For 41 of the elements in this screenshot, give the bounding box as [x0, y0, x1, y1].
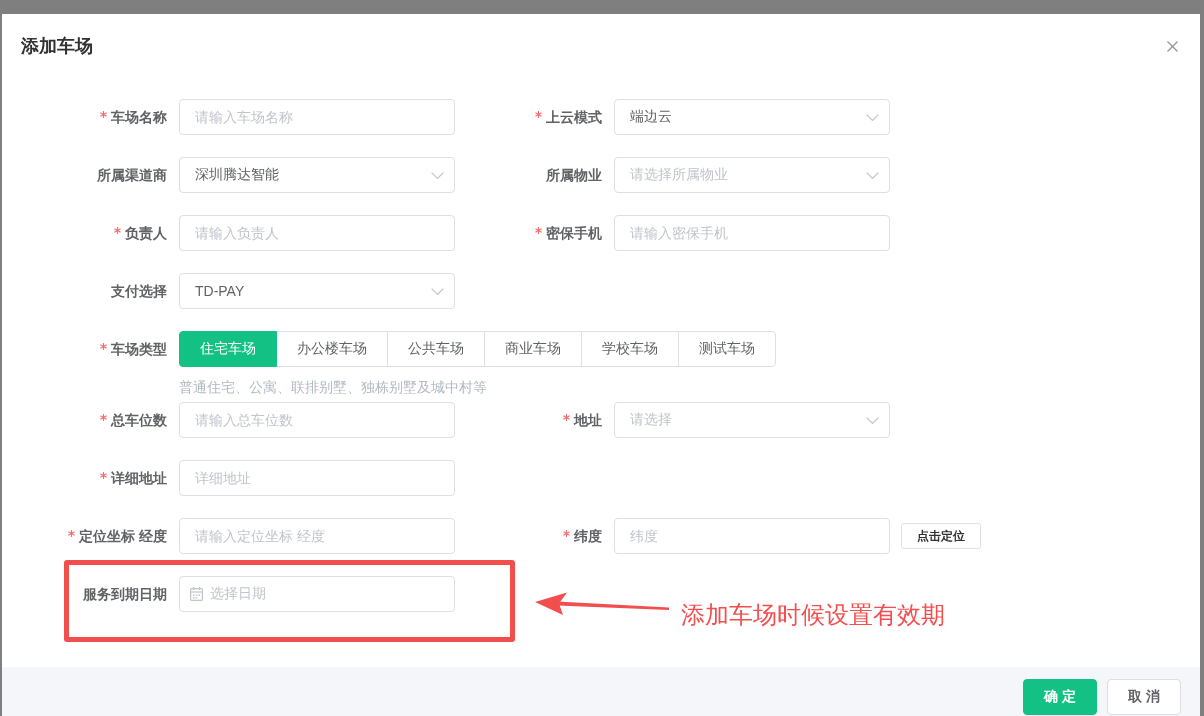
field-label: 服务到期日期 — [83, 585, 167, 604]
dialog-title: 添加车场 — [21, 35, 93, 58]
field-label: 负责人 — [125, 224, 167, 243]
segment-button[interactable]: 办公楼车场 — [276, 331, 388, 367]
annotation-text: 添加车场时候设置有效期 — [681, 601, 945, 629]
input-field[interactable]: 纬度 — [614, 518, 890, 554]
segment-button[interactable]: 测试车场 — [678, 331, 776, 367]
field-label: 地址 — [574, 411, 602, 430]
chevron-down-icon — [431, 287, 444, 295]
field-label: 车场类型 — [111, 340, 167, 359]
segment-button[interactable]: 商业车场 — [484, 331, 582, 367]
select-field[interactable]: 端边云 — [614, 99, 890, 135]
input-field[interactable]: 请输入密保手机 — [614, 215, 890, 251]
field-label: 纬度 — [574, 527, 602, 546]
calendar-icon — [190, 587, 203, 601]
chevron-down-icon — [866, 416, 879, 424]
input-field[interactable]: 请输入定位坐标 经度 — [179, 518, 455, 554]
field-label: 车场名称 — [111, 108, 167, 127]
field-label: 所属物业 — [546, 166, 602, 185]
input-field[interactable]: 请输入负责人 — [179, 215, 455, 251]
field-label: 上云模式 — [546, 108, 602, 127]
select-field[interactable]: 深圳腾达智能 — [179, 157, 455, 193]
field-label: 所属渠道商 — [97, 166, 167, 185]
chevron-down-icon — [866, 113, 879, 121]
field-label: 支付选择 — [111, 282, 167, 301]
cancel-button[interactable]: 取 消 — [1107, 679, 1181, 715]
field-label: 密保手机 — [546, 224, 602, 243]
field-label: 定位坐标 经度 — [79, 527, 167, 546]
locate-button[interactable]: 点击定位 — [901, 523, 981, 549]
input-field[interactable]: 请输入总车位数 — [179, 402, 455, 438]
field-label: 详细地址 — [111, 469, 167, 488]
segment-button[interactable]: 公共车场 — [387, 331, 485, 367]
segment-button[interactable]: 学校车场 — [581, 331, 679, 367]
field-label: 总车位数 — [111, 411, 167, 430]
select-field[interactable]: TD-PAY — [179, 273, 455, 309]
hint-text: 普通住宅、公寓、联排别墅、独栋别墅及城中村等 — [179, 378, 487, 397]
chevron-down-icon — [866, 171, 879, 179]
input-field[interactable]: 详细地址 — [179, 460, 455, 496]
close-icon[interactable] — [1167, 40, 1178, 52]
input-field[interactable]: 请输入车场名称 — [179, 99, 455, 135]
chevron-down-icon — [431, 171, 444, 179]
